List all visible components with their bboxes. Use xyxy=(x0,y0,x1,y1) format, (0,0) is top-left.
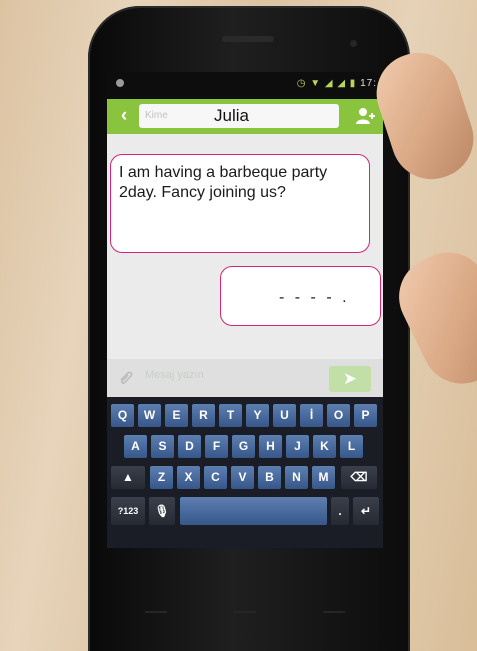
conversation-header: ‹ Kime Julia xyxy=(107,99,383,134)
key-r[interactable]: R xyxy=(192,404,215,427)
outgoing-message-text: - - - - . xyxy=(279,289,350,306)
key-m[interactable]: M xyxy=(312,466,335,489)
compose-bar: Mesaj yazın ➤ xyxy=(107,359,383,397)
incoming-message-text: I am having a barbeque party 2day. Fancy… xyxy=(119,164,328,201)
space-key[interactable] xyxy=(180,497,327,525)
photo-scene: ◷ ▼ ◢ ◢ ▮ 17: ‹ Kime Julia I am having a… xyxy=(0,0,477,651)
earpiece xyxy=(222,36,274,42)
key-c[interactable]: C xyxy=(204,466,227,489)
status-icon-glyphs: ◷ ▼ ◢ ◢ ▮ xyxy=(296,78,357,89)
key-i-dotted[interactable]: İ xyxy=(300,404,323,427)
backspace-icon: ⌫ xyxy=(350,470,368,484)
status-bar: ◷ ▼ ◢ ◢ ▮ 17: xyxy=(107,72,383,99)
soft-keyboard: Q W E R T Y U İ O P A S D F G H J K L ▲ … xyxy=(107,397,383,548)
key-x[interactable]: X xyxy=(177,466,200,489)
key-l[interactable]: L xyxy=(340,435,363,458)
key-z[interactable]: Z xyxy=(150,466,173,489)
key-n[interactable]: N xyxy=(285,466,308,489)
recipient-field[interactable]: Kime Julia xyxy=(139,104,339,128)
key-g[interactable]: G xyxy=(232,435,255,458)
key-j[interactable]: J xyxy=(286,435,309,458)
home-hardware-button[interactable] xyxy=(234,611,256,613)
enter-icon: ↵ xyxy=(360,504,372,518)
key-p[interactable]: P xyxy=(354,404,377,427)
mic-icon: 🎙 xyxy=(154,504,170,518)
phone-screen: ◷ ▼ ◢ ◢ ▮ 17: ‹ Kime Julia I am having a… xyxy=(107,72,383,548)
add-contact-icon xyxy=(356,108,375,124)
back-button[interactable]: ‹ xyxy=(113,105,135,128)
key-f[interactable]: F xyxy=(205,435,228,458)
message-thread: I am having a barbeque party 2day. Fancy… xyxy=(107,134,383,359)
chevron-left-icon: ‹ xyxy=(120,105,128,126)
recipient-placeholder: Kime xyxy=(145,110,168,121)
menu-hardware-button[interactable] xyxy=(145,611,167,613)
key-w[interactable]: W xyxy=(138,404,161,427)
key-d[interactable]: D xyxy=(178,435,201,458)
paperclip-icon xyxy=(120,371,133,385)
key-k[interactable]: K xyxy=(313,435,336,458)
key-t[interactable]: T xyxy=(219,404,242,427)
front-sensor xyxy=(350,40,357,47)
key-h[interactable]: H xyxy=(259,435,282,458)
send-icon: ➤ xyxy=(342,369,358,388)
recipient-name: Julia xyxy=(214,106,249,125)
phone-body: ◷ ▼ ◢ ◢ ▮ 17: ‹ Kime Julia I am having a… xyxy=(88,6,410,651)
enter-key[interactable]: ↵ xyxy=(353,497,379,525)
status-time: 17: xyxy=(360,78,377,89)
attach-button[interactable] xyxy=(115,367,137,389)
send-button[interactable]: ➤ xyxy=(329,366,371,392)
outgoing-message-bubble: - - - - . xyxy=(220,266,381,326)
notification-icon xyxy=(116,79,124,87)
status-icons: ◷ ▼ ◢ ◢ ▮ 17: xyxy=(297,78,377,89)
key-s[interactable]: S xyxy=(151,435,174,458)
key-a[interactable]: A xyxy=(124,435,147,458)
key-u[interactable]: U xyxy=(273,404,296,427)
key-q[interactable]: Q xyxy=(111,404,134,427)
add-contact-button[interactable] xyxy=(355,106,375,126)
key-v[interactable]: V xyxy=(231,466,254,489)
symbols-key[interactable]: ?123 xyxy=(111,497,145,525)
mic-key[interactable]: 🎙 xyxy=(149,497,175,525)
key-b[interactable]: B xyxy=(258,466,281,489)
shift-key[interactable]: ▲ xyxy=(111,466,145,489)
period-key[interactable]: . xyxy=(331,497,349,525)
shift-icon: ▲ xyxy=(122,470,134,484)
hardware-nav-bar xyxy=(107,548,383,651)
incoming-message-bubble: I am having a barbeque party 2day. Fancy… xyxy=(110,154,370,253)
key-o[interactable]: O xyxy=(327,404,350,427)
back-hardware-button[interactable] xyxy=(323,611,345,613)
key-e[interactable]: E xyxy=(165,404,188,427)
backspace-key[interactable]: ⌫ xyxy=(341,466,377,489)
key-y[interactable]: Y xyxy=(246,404,269,427)
message-input[interactable]: Mesaj yazın xyxy=(145,369,204,381)
